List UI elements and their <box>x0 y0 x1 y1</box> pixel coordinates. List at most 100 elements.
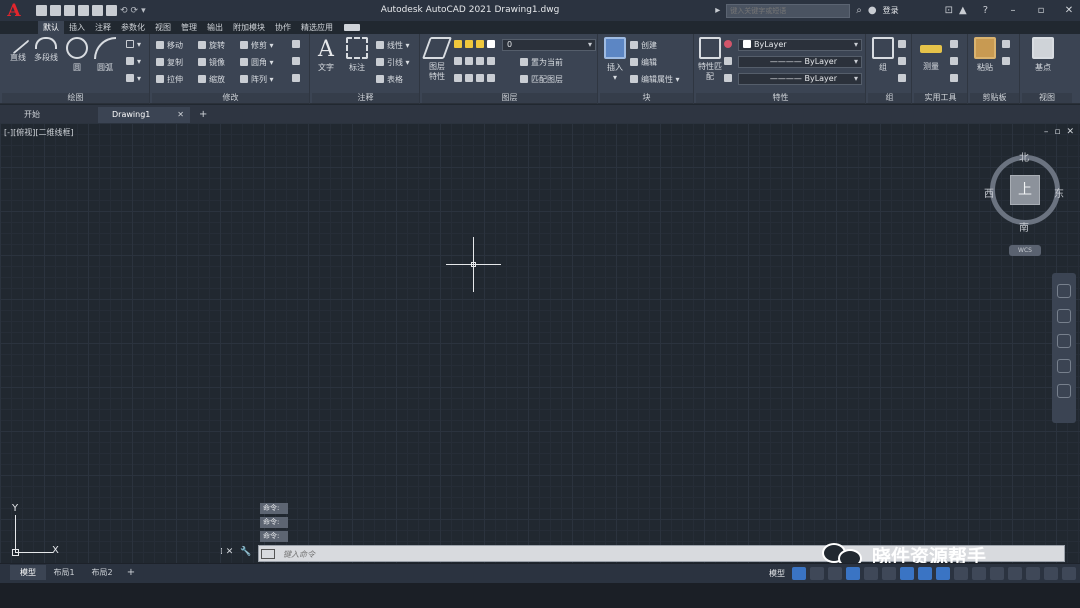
new-tab-icon[interactable]: + <box>199 109 207 120</box>
layer-state-icons[interactable] <box>454 40 498 49</box>
polar-icon[interactable] <box>846 567 860 580</box>
restore-icon[interactable]: ▫ <box>1030 5 1052 16</box>
copy-clip-icon[interactable] <box>1002 57 1013 66</box>
group-tool-4[interactable] <box>898 74 909 83</box>
open-file-icon[interactable] <box>50 5 61 16</box>
linetype-icon[interactable] <box>724 57 735 66</box>
add-layout-icon[interactable]: + <box>124 565 138 580</box>
compass-south[interactable]: 南 <box>1019 219 1029 234</box>
panel-label-view[interactable]: 视图 <box>1022 93 1072 103</box>
tab-annotate[interactable]: 注释 <box>90 21 116 34</box>
panel-label-modify[interactable]: 修改 <box>152 93 309 103</box>
orbit-icon[interactable] <box>1057 359 1071 373</box>
user-icon[interactable]: ● <box>868 5 877 16</box>
rotate-tool[interactable]: 旋转 <box>198 40 225 51</box>
layer-dropdown[interactable]: 0 <box>502 39 596 51</box>
auto-scale-icon[interactable] <box>936 567 950 580</box>
create-block-tool[interactable]: 创建 <box>630 40 657 51</box>
match-layer-tool[interactable]: 匹配图层 <box>520 74 563 85</box>
viewcube-face-top[interactable]: 上 <box>1010 175 1040 205</box>
lineweight-icon[interactable] <box>724 74 735 83</box>
save-as-icon[interactable] <box>78 5 89 16</box>
explode-icon[interactable] <box>292 57 303 66</box>
panel-label-utilities[interactable]: 实用工具 <box>914 93 967 103</box>
tab-collaborate[interactable]: 协作 <box>270 21 296 34</box>
search-input[interactable] <box>726 3 851 18</box>
insert-block-tool[interactable]: 插入 ▾ <box>604 37 626 82</box>
autodesk-app-icon[interactable]: ▲ <box>959 5 967 16</box>
command-prompt-icon[interactable] <box>261 549 275 559</box>
cut-icon[interactable] <box>1002 40 1013 49</box>
close-icon[interactable]: ✕ <box>1058 5 1080 16</box>
isodraft-icon[interactable] <box>864 567 878 580</box>
tab-insert[interactable]: 插入 <box>64 21 90 34</box>
ribbon-toggle-icon[interactable] <box>344 24 360 31</box>
boundary-icon[interactable]: ▾ <box>126 74 141 83</box>
customize-menu-icon[interactable] <box>1062 567 1076 580</box>
utility-tool-3[interactable] <box>950 57 961 66</box>
steering-wheel-icon[interactable] <box>1057 284 1071 298</box>
fillet-tool[interactable]: 圆角 ▾ <box>240 57 274 68</box>
stretch-tool[interactable]: 拉伸 <box>156 74 183 85</box>
snap-icon[interactable] <box>810 567 824 580</box>
application-menu-button[interactable]: A <box>0 0 28 21</box>
close-viewport-icon[interactable]: ✕ <box>1066 127 1074 137</box>
trim-tool[interactable]: 修剪 ▾ <box>240 40 274 51</box>
object-snap-icon[interactable] <box>900 567 914 580</box>
arc-tool[interactable]: 圆弧 <box>94 37 116 73</box>
panel-label-block[interactable]: 块 <box>600 93 693 103</box>
edit-block-tool[interactable]: 编辑 <box>630 57 657 68</box>
tab-parametric[interactable]: 参数化 <box>116 21 150 34</box>
layer-tool-row-2[interactable] <box>454 74 498 83</box>
clean-screen-icon[interactable] <box>1044 567 1058 580</box>
hatch-icon[interactable]: ▾ <box>126 57 141 66</box>
layout-tab-layout2[interactable]: 布局2 <box>84 565 120 580</box>
help-icon[interactable]: ? <box>983 5 988 16</box>
panel-label-layers[interactable]: 图层 <box>422 93 597 103</box>
close-command-line-icon[interactable]: ✕ <box>226 547 234 557</box>
circle-tool[interactable]: 圆 <box>66 37 88 73</box>
minimize-viewport-icon[interactable]: – <box>1044 127 1049 137</box>
mirror-tool[interactable]: 镜像 <box>198 57 225 68</box>
compass-north[interactable]: 北 <box>1019 149 1029 164</box>
color-wheel-icon[interactable] <box>724 40 735 49</box>
linetype-dropdown[interactable]: ———— ByLayer <box>738 56 862 68</box>
chevron-right-icon[interactable]: ▸ <box>715 5 720 16</box>
panel-label-draw[interactable]: 绘图 <box>2 93 149 103</box>
model-space-button[interactable]: 模型 <box>769 568 785 579</box>
dimension-tool[interactable]: 标注 <box>346 37 368 73</box>
units-icon[interactable] <box>1008 567 1022 580</box>
tab-view[interactable]: 视图 <box>150 21 176 34</box>
viewport-label[interactable]: [-][俯视][二维线框] <box>4 127 74 138</box>
linear-dim-tool[interactable]: 线性 ▾ <box>376 40 410 51</box>
ortho-icon[interactable] <box>828 567 842 580</box>
panel-label-groups[interactable]: 组 <box>868 93 911 103</box>
file-tab-drawing1[interactable]: Drawing1 ✕ <box>98 107 190 123</box>
leader-tool[interactable]: 引线 ▾ <box>376 57 410 68</box>
tab-output[interactable]: 输出 <box>202 21 228 34</box>
copy-tool[interactable]: 复制 <box>156 57 183 68</box>
panel-label-annotation[interactable]: 注释 <box>312 93 419 103</box>
scale-tool[interactable]: 缩放 <box>198 74 225 85</box>
table-tool[interactable]: 表格 <box>376 74 403 85</box>
object-snap-tracking-icon[interactable] <box>882 567 896 580</box>
panel-label-clipboard[interactable]: 剪贴板 <box>970 93 1019 103</box>
move-tool[interactable]: 移动 <box>156 40 183 51</box>
zoom-icon[interactable] <box>1057 334 1071 348</box>
layout-tab-model[interactable]: 模型 <box>10 565 46 580</box>
panel-label-properties[interactable]: 特性 <box>696 93 865 103</box>
compass-east[interactable]: 东 <box>1054 185 1064 200</box>
layer-tool-row-1[interactable] <box>454 57 498 66</box>
tab-home[interactable]: 默认 <box>38 21 64 34</box>
undo-icon[interactable]: ⟲ <box>120 6 128 16</box>
tab-addins[interactable]: 附加模块 <box>228 21 270 34</box>
cart-icon[interactable]: ⊡ <box>945 5 953 16</box>
file-tab-start[interactable]: 开始 <box>10 107 94 123</box>
erase-icon[interactable] <box>292 40 303 49</box>
plot-icon[interactable] <box>106 5 117 16</box>
wcs-menu[interactable]: WCS <box>1009 245 1041 256</box>
polyline-tool[interactable]: 多段线 <box>34 37 58 63</box>
login-button[interactable]: 登录 <box>883 5 899 16</box>
base-point-tool[interactable]: 基点 <box>1032 37 1054 73</box>
pan-icon[interactable] <box>1057 309 1071 323</box>
